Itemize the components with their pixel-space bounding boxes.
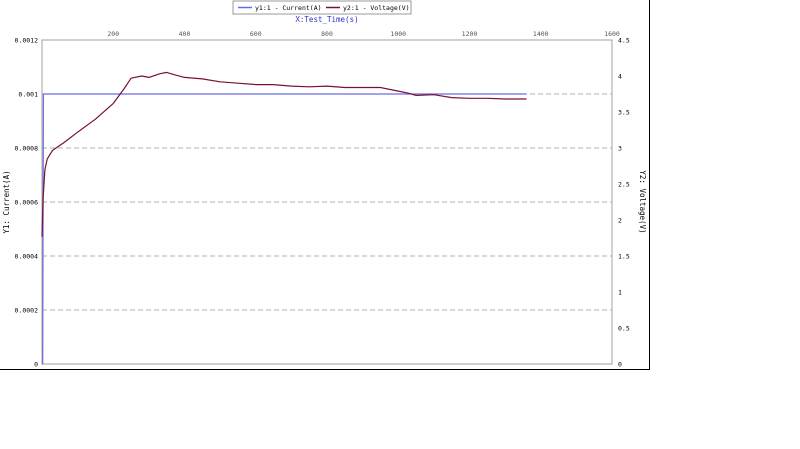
x-tick-label: 600 — [250, 30, 262, 38]
y1-tick-label: 0 — [34, 361, 38, 369]
series-line-current — [42, 93, 527, 365]
y2-tick-label: 2 — [618, 217, 622, 225]
y2-tick-label: 1 — [618, 289, 622, 297]
x-tick-label: 400 — [179, 30, 191, 38]
x-tick-label: 1400 — [533, 30, 549, 38]
y1-tick-label: 0.0012 — [15, 37, 39, 45]
x-tick-label: 1000 — [390, 30, 406, 38]
y2-tick-label: 0 — [618, 361, 622, 369]
y1-tick-label: 0.0002 — [15, 307, 39, 315]
y2-tick-label: 3.5 — [618, 109, 630, 117]
y2-tick-label: 1.5 — [618, 253, 630, 261]
y2-tick-label: 4 — [618, 73, 622, 81]
y2-tick-labels: 0 0.5 1 1.5 2 2.5 3 3.5 4 4.5 — [618, 37, 630, 369]
y1-tick-label: 0.0006 — [15, 199, 39, 207]
y1-tick-label: 0.0008 — [15, 145, 39, 153]
x-tick-label: 200 — [107, 30, 119, 38]
series-line-voltage — [41, 71, 527, 237]
legend-label-voltage: y2:1 - Voltage(V) — [343, 4, 410, 12]
chart-frame: 200 400 600 800 1000 1200 1400 1600 0 0.0002 0.00… — [0, 0, 650, 370]
y2-tick-label: 4.5 — [618, 37, 630, 45]
y2-tick-label: 3 — [618, 145, 622, 153]
x-tick-label: 800 — [321, 30, 333, 38]
chart-svg: 200 400 600 800 1000 1200 1400 1600 00.00020.00… — [2, 0, 647, 369]
y1-tick-label: 0.001 — [18, 91, 38, 99]
x-axis-title: X:Test_Time(s) — [295, 15, 358, 24]
x-tick-label: 1200 — [462, 30, 478, 38]
x-tick-labels: 200 400 600 800 1000 1200 1400 1600 — [107, 30, 620, 38]
grid-layer — [42, 93, 612, 311]
y2-axis-title: Y2: Voltage(V) — [638, 170, 647, 233]
y2-tick-label: 2.5 — [618, 181, 630, 189]
legend-label-current: y1:1 - Current(A) — [255, 4, 322, 12]
y1-tick-labels: 0 0.0002 0.0004 0.0006 0.0008 0.001 0.0012 — [15, 37, 39, 369]
y2-tick-label: 0.5 — [618, 325, 630, 333]
legend: y1:1 - Current(A) y2:1 - Voltage(V) — [232, 0, 412, 15]
y1-axis-title: Y1: Current(A) — [2, 170, 11, 233]
y1-tick-label: 0.0004 — [15, 253, 39, 261]
series-layer — [41, 71, 527, 365]
